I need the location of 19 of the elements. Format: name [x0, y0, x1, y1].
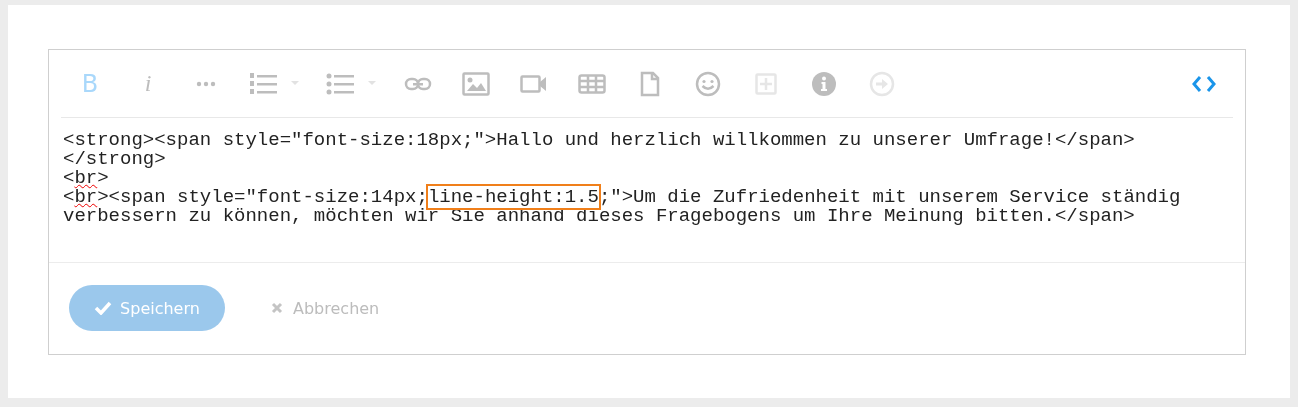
- numbered-list-icon: [249, 72, 299, 95]
- cancel-button[interactable]: Abbrechen: [265, 298, 380, 318]
- smiley-icon: [695, 70, 721, 97]
- bullet-list-icon: [326, 72, 376, 95]
- close-icon: [271, 302, 283, 314]
- checkmark-icon: [94, 301, 113, 315]
- bold-button[interactable]: B: [61, 66, 119, 101]
- italic-button[interactable]: i: [119, 66, 177, 101]
- table-icon: [578, 73, 606, 94]
- more-dots-icon: [196, 80, 216, 87]
- arrow-circle-icon: [869, 70, 895, 97]
- info-icon: [811, 70, 837, 97]
- link-icon: [404, 76, 432, 91]
- plus-square-icon: [755, 72, 777, 95]
- document-icon: [640, 70, 660, 97]
- video-camera-icon: [520, 74, 548, 93]
- image-icon: [462, 71, 490, 96]
- code-brackets-icon: [1192, 74, 1216, 93]
- save-button[interactable]: Speichern: [69, 285, 225, 331]
